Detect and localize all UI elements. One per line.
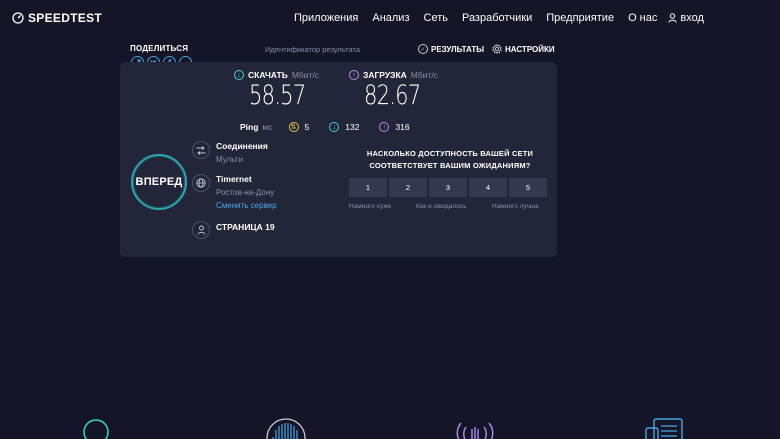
bottom-feature-icons [0, 415, 780, 439]
check-circle-icon: ✓ [418, 44, 428, 54]
survey-question: НАСКОЛЬКО ДОСТУПНОСТЬ ВАШЕЙ СЕТИ СООТВЕТ… [366, 149, 534, 170]
download-ping-icon: ↓ [329, 122, 340, 132]
provider-info: СТРАНИЦА 19 [192, 221, 275, 239]
user-icon [192, 221, 210, 239]
scale-mid-label: Как и ожидалось [416, 203, 467, 210]
download-unit: Мбит/с [291, 70, 320, 80]
ring-icon [83, 419, 109, 439]
download-arrow-icon: ↓ [234, 70, 244, 80]
rating-option-1[interactable]: 1 [349, 178, 387, 197]
download-label: СКАЧАТЬ [248, 70, 288, 80]
connections-title: Соединения [216, 141, 268, 151]
ping-upload-value: 316 [395, 122, 410, 132]
globe-lines-icon [266, 418, 306, 439]
idle-ping-icon: ⇅ [288, 122, 299, 132]
ping-download-value: 132 [345, 122, 360, 132]
upload-ping-icon: ↑ [379, 122, 390, 132]
download-header: ↓ СКАЧАТЬ Мбит/с [234, 70, 319, 80]
nav-item-network[interactable]: Сеть [424, 12, 448, 24]
login-label: вход [680, 12, 704, 24]
nav-item-about[interactable]: О нас [628, 12, 657, 24]
login-link[interactable]: вход [668, 12, 704, 24]
rating-option-3[interactable]: 3 [429, 178, 467, 197]
ping-download: ↓ 132 [329, 122, 359, 132]
main-nav: Приложения Анализ Сеть Разработчики Пред… [294, 12, 704, 24]
settings-link[interactable]: НАСТРОЙКИ [492, 44, 555, 54]
signal-icon [456, 422, 494, 439]
rating-scale: 1 2 3 4 5 [349, 178, 547, 197]
settings-label: НАСТРОЙКИ [505, 44, 555, 54]
ping-label: Ping [240, 122, 259, 132]
speedometer-icon [12, 12, 24, 24]
results-label: РЕЗУЛЬТАТЫ [431, 44, 485, 54]
rating-option-2[interactable]: 2 [389, 178, 427, 197]
scale-low-label: Намного хуже [349, 203, 392, 210]
connections-icon [192, 141, 210, 159]
server-name: Timernet [216, 174, 252, 184]
upload-arrow-icon: ↑ [349, 70, 359, 80]
ping-idle: ⇅ 5 [288, 122, 310, 132]
ping-unit: мс [262, 122, 273, 132]
user-icon [668, 13, 678, 23]
document-list-icon [645, 418, 683, 439]
upload-header: ↑ ЗАГРУЗКА Мбит/с [349, 70, 438, 80]
nav-item-apps[interactable]: Приложения [294, 12, 358, 24]
globe-icon [192, 174, 210, 192]
connections-value: Мульти [216, 155, 243, 164]
nav-item-analysis[interactable]: Анализ [372, 12, 409, 24]
rating-option-5[interactable]: 5 [509, 178, 547, 197]
server-location: Ростов-на-Дону [216, 188, 275, 197]
ping-upload: ↑ 316 [379, 122, 410, 132]
change-server-link[interactable]: Сменить сервер [216, 201, 277, 210]
brand-name: SPEEDTEST [28, 11, 103, 25]
go-button[interactable]: ВПЕРЕД [131, 154, 187, 210]
nav-item-developers[interactable]: Разработчики [462, 12, 532, 24]
result-panel: ↓ СКАЧАТЬ Мбит/с 58.57 ↑ ЗАГРУЗКА Мбит/с… [120, 62, 557, 257]
result-id-label: Идентификатор результата [265, 45, 360, 54]
provider-name: СТРАНИЦА 19 [216, 222, 275, 232]
rating-option-4[interactable]: 4 [469, 178, 507, 197]
download-speed: 58.57 [249, 80, 306, 111]
upload-speed: 82.67 [364, 80, 421, 111]
upload-unit: Мбит/с [410, 70, 438, 80]
server-info: Timernet Ростов-на-Дону Сменить сервер [192, 174, 277, 210]
results-link[interactable]: ✓ РЕЗУЛЬТАТЫ [418, 44, 484, 54]
ping-idle-value: 5 [304, 122, 310, 132]
scale-high-label: Намного лучше [492, 203, 539, 210]
nav-item-enterprise[interactable]: Предприятие [546, 12, 614, 24]
ping-row: Ping мс ⇅ 5 ↓ 132 ↑ 316 [240, 122, 430, 132]
upload-label: ЗАГРУЗКА [363, 70, 407, 80]
go-label: ВПЕРЕД [135, 176, 183, 188]
top-header: SPEEDTEST Приложения Анализ Сеть Разрабо… [0, 0, 780, 36]
share-label: ПОДЕЛИТЬСЯ [130, 44, 189, 53]
gear-icon [492, 44, 502, 54]
connections-info: Соединения Мульти [192, 141, 268, 164]
speedtest-logo[interactable]: SPEEDTEST [12, 11, 102, 25]
